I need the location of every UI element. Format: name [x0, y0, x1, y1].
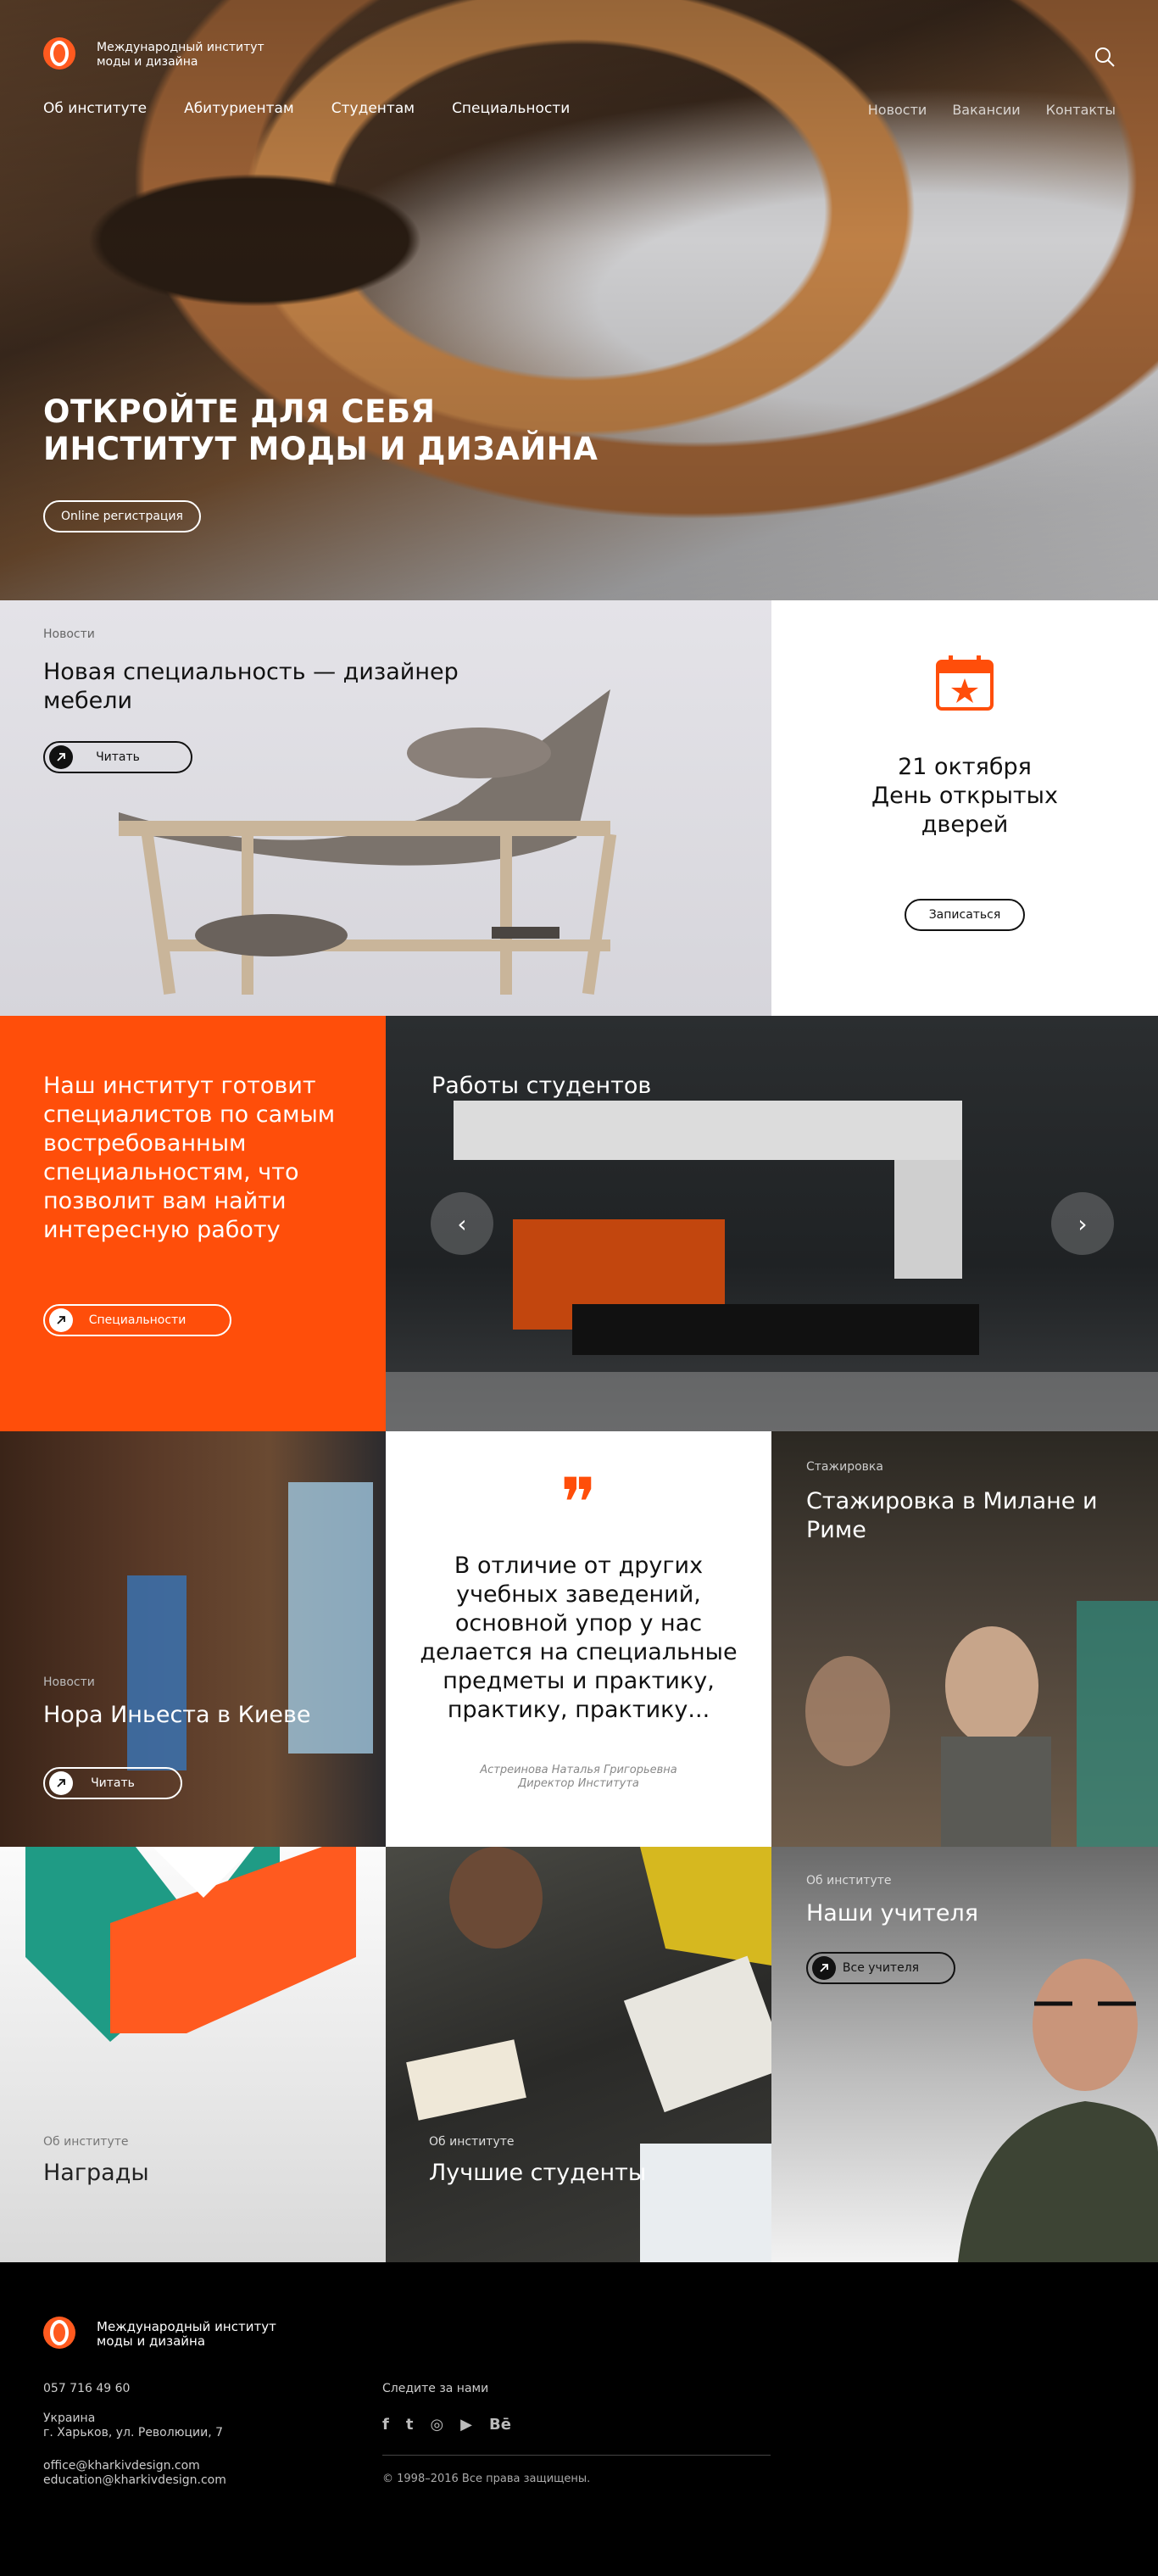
arrow-icon — [812, 1956, 836, 1980]
open-day-tile: 21 октября День открытых дверей Записать… — [771, 600, 1158, 1016]
internship-tile[interactable]: Стажировка Стажировка в Милане и Риме — [771, 1431, 1158, 1847]
nav-item-about[interactable]: Об институте — [43, 100, 147, 117]
footer-divider — [382, 2455, 771, 2456]
specialties-button-label: Специальности — [88, 1313, 187, 1327]
furniture-news-tile[interactable]: Новости Новая специальность — дизайнер м… — [0, 600, 771, 1016]
teachers-category: Об институте — [806, 1874, 892, 1887]
student-works-carousel: Работы студентов ‹ › — [386, 1016, 1158, 1431]
main-nav: Об институте Абитуриентам Студентам Спец… — [43, 100, 570, 117]
footer-logo-icon[interactable] — [43, 2317, 75, 2349]
hero-title-line2: ИНСТИТУТ МОДЫ И ДИЗАЙНА — [43, 431, 598, 467]
quote-tile: ❞ В отличие от других учебных заведений,… — [386, 1431, 771, 1847]
nav-item-vacancies[interactable]: Вакансии — [952, 102, 1020, 118]
quote-mark-icon: ❞ — [560, 1464, 598, 1542]
twitter-icon[interactable]: t — [406, 2415, 414, 2434]
carousel-prev-button[interactable]: ‹ — [431, 1192, 493, 1255]
open-day-date: 21 октября — [898, 754, 1032, 780]
search-icon[interactable] — [1094, 46, 1116, 68]
footer-email-office[interactable]: office@kharkivdesign.com — [43, 2459, 226, 2473]
chaise-lounge-image — [119, 689, 617, 995]
hero-section: Международный институт моды и дизайна Об… — [0, 0, 1158, 600]
footer-brand-name: Международный институт моды и дизайна — [97, 2320, 276, 2349]
specialties-text: Наш институт готовит специалистов по сам… — [43, 1073, 336, 1243]
teachers-tile: Об институте Наши учителя Все учителя — [771, 1847, 1158, 2262]
carousel-next-button[interactable]: › — [1051, 1192, 1114, 1255]
specialties-tile: Наш институт готовит специалистов по сам… — [0, 1016, 386, 1431]
footer-copyright: © 1998–2016 Все права защищены. — [382, 2473, 591, 2485]
brand-name[interactable]: Международный институт моды и дизайна — [97, 41, 264, 70]
internship-category: Стажировка — [806, 1460, 883, 1474]
internship-title: Стажировка в Милане и Риме — [806, 1488, 1098, 1543]
hero-title: ОТКРОЙТЕ ДЛЯ СЕБЯ ИНСТИТУТ МОДЫ И ДИЗАЙН… — [43, 393, 598, 468]
nav-item-specialties[interactable]: Специальности — [452, 100, 570, 117]
footer-address-line2: г. Харьков, ул. Революции, 7 — [43, 2426, 224, 2439]
best-students-tile[interactable]: Об институте Лучшие студенты — [386, 1847, 771, 2262]
facebook-icon[interactable]: f — [382, 2415, 389, 2434]
footer-brand-line1: Международный институт — [97, 2319, 276, 2334]
awards-logo-image — [25, 1847, 356, 2042]
nav-item-contacts[interactable]: Контакты — [1046, 102, 1116, 118]
best-students-category: Об институте — [429, 2135, 515, 2149]
brand-name-line2: моды и дизайна — [97, 55, 198, 69]
quote-text: В отличие от других учебных заведений, о… — [420, 1553, 738, 1723]
social-links: f t ◎ ▶ Bē — [382, 2415, 511, 2434]
signup-button[interactable]: Записаться — [905, 899, 1025, 931]
nora-news-tile[interactable]: Новости Нора Иньеста в Киеве Читать — [0, 1431, 386, 1847]
arrow-icon — [49, 1771, 73, 1795]
nora-read-label: Читать — [91, 1776, 135, 1790]
instagram-icon[interactable]: ◎ — [430, 2415, 443, 2434]
online-registration-button[interactable]: Online регистрация — [43, 500, 201, 532]
all-teachers-button[interactable]: Все учителя — [806, 1952, 955, 1984]
footer-phone[interactable]: 057 716 49 60 — [43, 2382, 130, 2395]
footer-emails: office@kharkivdesign.com education@khark… — [43, 2459, 226, 2488]
nora-read-button[interactable]: Читать — [43, 1767, 182, 1799]
quote-author-role: Директор Института — [518, 1777, 639, 1790]
furniture-news-title: Новая специальность — дизайнер мебели — [43, 659, 459, 714]
furniture-news-category: Новости — [43, 627, 95, 641]
awards-tile[interactable]: Об институте Награды — [0, 1847, 386, 2262]
footer-address: Украина г. Харьков, ул. Революции, 7 — [43, 2412, 223, 2440]
student-works-title: Работы студентов — [431, 1073, 652, 1099]
footer-email-education[interactable]: education@kharkivdesign.com — [43, 2473, 226, 2488]
students-image — [406, 1847, 771, 2262]
open-day-line2: День открытых — [871, 783, 1058, 809]
furniture-read-label: Читать — [96, 750, 140, 764]
awards-category: Об институте — [43, 2135, 129, 2149]
arrow-icon — [49, 1308, 73, 1332]
furniture-read-button[interactable]: Читать — [43, 741, 192, 773]
quote-author: Астреинова Наталья Григорьевна Директор … — [386, 1764, 771, 1791]
best-students-title: Лучшие студенты — [429, 2160, 647, 2186]
nav-item-students[interactable]: Студентам — [331, 100, 415, 117]
all-teachers-label: Все учителя — [842, 1961, 920, 1975]
nora-category: Новости — [43, 1676, 95, 1689]
footer-follow-label: Следите за нами — [382, 2382, 489, 2395]
youtube-icon[interactable]: ▶ — [460, 2415, 472, 2434]
footer-address-line1: Украина — [43, 2412, 96, 2425]
specialties-button[interactable]: Специальности — [43, 1304, 231, 1336]
open-day-text: 21 октября День открытых дверей — [771, 753, 1158, 839]
logo-icon[interactable] — [43, 37, 75, 70]
nav-item-news[interactable]: Новости — [868, 102, 927, 118]
brand-name-line1: Международный институт — [97, 41, 264, 54]
teachers-title: Наши учителя — [806, 1900, 979, 1926]
quote-author-name: Астреинова Наталья Григорьевна — [480, 1764, 677, 1776]
nav-item-applicants[interactable]: Абитуриентам — [184, 100, 294, 117]
behance-icon[interactable]: Bē — [489, 2415, 511, 2434]
secondary-nav: Новости Вакансии Контакты — [868, 102, 1116, 118]
hero-title-line1: ОТКРОЙТЕ ДЛЯ СЕБЯ — [43, 393, 436, 430]
open-day-line3: дверей — [921, 811, 1009, 838]
page: Международный институт моды и дизайна Об… — [0, 0, 1158, 2576]
nora-title: Нора Иньеста в Киеве — [43, 1702, 311, 1728]
footer-brand-line2: моды и дизайна — [97, 2333, 206, 2349]
calendar-icon — [936, 655, 994, 711]
arrow-icon — [49, 745, 73, 769]
awards-title: Награды — [43, 2160, 149, 2186]
